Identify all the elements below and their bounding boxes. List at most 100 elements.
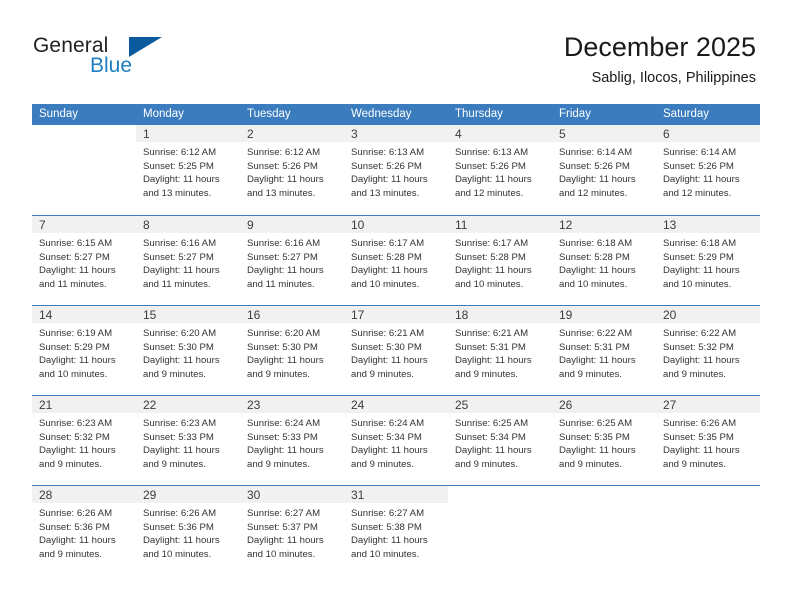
day-detail-line: Sunrise: 6:24 AM [247, 418, 321, 429]
day-cell[interactable]: 15 Sunrise: 6:20 AM Sunset: 5:30 PM Dayligh… [136, 306, 240, 395]
day-details [552, 503, 656, 507]
day-number-band: 13 [656, 216, 760, 233]
day-cell[interactable]: 24 Sunrise: 6:24 AM Sunset: 5:34 PM Dayligh… [344, 396, 448, 485]
day-detail-line: Sunset: 5:30 PM [247, 341, 318, 353]
day-cell[interactable]: 7 Sunrise: 6:15 AM Sunset: 5:27 PM Daylight… [32, 216, 136, 305]
day-detail-line: Sunset: 5:30 PM [143, 341, 214, 353]
calendar-week-row: 14 Sunrise: 6:19 AM Sunset: 5:29 PM Dayligh… [32, 305, 760, 395]
day-cell[interactable]: 11 Sunrise: 6:17 AM Sunset: 5:28 PM Dayligh… [448, 216, 552, 305]
day-number-band: 27 [656, 396, 760, 413]
day-cell[interactable]: 21 Sunrise: 6:23 AM Sunset: 5:32 PM Dayligh… [32, 396, 136, 485]
day-detail-line: Sunrise: 6:26 AM [39, 508, 113, 519]
day-number-band: 22 [136, 396, 240, 413]
page-header: General Blue December 2025 Sablig, Iloco… [0, 0, 792, 104]
day-detail-line: Daylight: 11 hours [663, 174, 740, 186]
day-detail-line: Sunset: 5:26 PM [247, 160, 318, 172]
calendar-week-row: 1 Sunrise: 6:12 AM Sunset: 5:25 PM Daylight… [32, 125, 760, 215]
day-number-band: 15 [136, 306, 240, 323]
day-cell[interactable]: 27 Sunrise: 6:26 AM Sunset: 5:35 PM Dayligh… [656, 396, 760, 485]
day-detail-line: Sunrise: 6:23 AM [143, 418, 217, 429]
day-cell[interactable]: 12 Sunrise: 6:18 AM Sunset: 5:28 PM Dayligh… [552, 216, 656, 305]
day-detail-line: Daylight: 11 hours [559, 445, 636, 457]
day-cell[interactable]: 14 Sunrise: 6:19 AM Sunset: 5:29 PM Dayligh… [32, 306, 136, 395]
day-detail-line: and 10 minutes. [663, 278, 732, 290]
day-cell[interactable]: 31 Sunrise: 6:27 AM Sunset: 5:38 PM Dayligh… [344, 486, 448, 575]
day-detail-line: Daylight: 11 hours [663, 445, 740, 457]
day-cell[interactable]: 13 Sunrise: 6:18 AM Sunset: 5:29 PM Dayligh… [656, 216, 760, 305]
day-cell[interactable]: 23 Sunrise: 6:24 AM Sunset: 5:33 PM Dayligh… [240, 396, 344, 485]
day-detail-line: Daylight: 11 hours [143, 445, 220, 457]
day-cell[interactable]: 5 Sunrise: 6:14 AM Sunset: 5:26 PM Daylight… [552, 125, 656, 215]
weekday-header-wednesday: Wednesday [351, 108, 412, 120]
day-details: Sunrise: 6:24 AM Sunset: 5:33 PM Daylight:… [240, 413, 344, 471]
day-cell[interactable]: 6 Sunrise: 6:14 AM Sunset: 5:26 PM Daylight… [656, 125, 760, 215]
day-details: Sunrise: 6:25 AM Sunset: 5:35 PM Daylight:… [552, 413, 656, 471]
day-number-band: 28 [32, 486, 136, 503]
day-detail-line: Sunrise: 6:16 AM [247, 238, 321, 249]
day-detail-line: Daylight: 11 hours [247, 174, 324, 186]
brand-logo[interactable]: General Blue [33, 34, 243, 86]
day-number-band: 20 [656, 306, 760, 323]
day-detail-line: Daylight: 11 hours [663, 355, 740, 367]
triangle-logo-icon [129, 37, 162, 57]
day-number-band: 10 [344, 216, 448, 233]
day-cell[interactable]: 4 Sunrise: 6:13 AM Sunset: 5:26 PM Daylight… [448, 125, 552, 215]
day-details: Sunrise: 6:23 AM Sunset: 5:33 PM Daylight:… [136, 413, 240, 471]
day-cell[interactable]: 3 Sunrise: 6:13 AM Sunset: 5:26 PM Daylight… [344, 125, 448, 215]
day-detail-line: and 9 minutes. [351, 458, 414, 470]
day-cell[interactable]: 28 Sunrise: 6:26 AM Sunset: 5:36 PM Dayligh… [32, 486, 136, 575]
day-cell[interactable]: 8 Sunrise: 6:16 AM Sunset: 5:27 PM Daylight… [136, 216, 240, 305]
day-number: 8 [143, 218, 150, 232]
day-cell[interactable]: 18 Sunrise: 6:21 AM Sunset: 5:31 PM Dayligh… [448, 306, 552, 395]
day-detail-line: Sunrise: 6:17 AM [351, 238, 425, 249]
day-cell[interactable]: 30 Sunrise: 6:27 AM Sunset: 5:37 PM Dayligh… [240, 486, 344, 575]
day-cell[interactable]: 17 Sunrise: 6:21 AM Sunset: 5:30 PM Dayligh… [344, 306, 448, 395]
day-details: Sunrise: 6:21 AM Sunset: 5:31 PM Daylight:… [448, 323, 552, 381]
day-cell[interactable]: 29 Sunrise: 6:26 AM Sunset: 5:36 PM Dayligh… [136, 486, 240, 575]
day-cell[interactable]: 2 Sunrise: 6:12 AM Sunset: 5:26 PM Daylight… [240, 125, 344, 215]
day-detail-line: Sunrise: 6:16 AM [143, 238, 217, 249]
day-details: Sunrise: 6:16 AM Sunset: 5:27 PM Daylight:… [136, 233, 240, 291]
day-detail-line: Daylight: 11 hours [247, 445, 324, 457]
day-detail-line: Daylight: 11 hours [351, 265, 428, 277]
day-cell[interactable]: 19 Sunrise: 6:22 AM Sunset: 5:31 PM Dayligh… [552, 306, 656, 395]
day-number: 18 [455, 308, 469, 322]
day-cell[interactable]: 20 Sunrise: 6:22 AM Sunset: 5:32 PM Dayligh… [656, 306, 760, 395]
day-detail-line: Sunrise: 6:12 AM [143, 147, 217, 158]
day-number-band: 3 [344, 125, 448, 142]
day-number-band: 17 [344, 306, 448, 323]
day-detail-line: Sunrise: 6:20 AM [143, 328, 217, 339]
day-cell[interactable]: 16 Sunrise: 6:20 AM Sunset: 5:30 PM Dayligh… [240, 306, 344, 395]
day-detail-line: Sunrise: 6:26 AM [663, 418, 737, 429]
day-number: 20 [663, 308, 677, 322]
day-detail-line: Sunset: 5:29 PM [663, 251, 734, 263]
day-detail-line: Sunset: 5:35 PM [663, 431, 734, 443]
day-detail-line: Sunset: 5:36 PM [143, 521, 214, 533]
day-details: Sunrise: 6:20 AM Sunset: 5:30 PM Daylight:… [240, 323, 344, 381]
day-detail-line: Sunset: 5:31 PM [559, 341, 630, 353]
day-detail-line: Sunset: 5:27 PM [247, 251, 318, 263]
day-detail-line: and 10 minutes. [143, 548, 212, 560]
day-detail-line: Daylight: 11 hours [559, 355, 636, 367]
day-cell[interactable]: 9 Sunrise: 6:16 AM Sunset: 5:27 PM Daylight… [240, 216, 344, 305]
day-cell[interactable]: 10 Sunrise: 6:17 AM Sunset: 5:28 PM Dayligh… [344, 216, 448, 305]
day-cell[interactable]: 1 Sunrise: 6:12 AM Sunset: 5:25 PM Daylight… [136, 125, 240, 215]
day-cell[interactable]: 26 Sunrise: 6:25 AM Sunset: 5:35 PM Dayligh… [552, 396, 656, 485]
day-detail-line: Sunrise: 6:21 AM [455, 328, 529, 339]
day-detail-line: Sunrise: 6:23 AM [39, 418, 113, 429]
day-number-band: 4 [448, 125, 552, 142]
day-details: Sunrise: 6:18 AM Sunset: 5:29 PM Daylight:… [656, 233, 760, 291]
day-detail-line: Sunrise: 6:19 AM [39, 328, 113, 339]
day-number-band [32, 125, 136, 142]
day-cell[interactable]: 25 Sunrise: 6:25 AM Sunset: 5:34 PM Dayligh… [448, 396, 552, 485]
day-cell[interactable]: 22 Sunrise: 6:23 AM Sunset: 5:33 PM Dayligh… [136, 396, 240, 485]
title-block: December 2025 Sablig, Ilocos, Philippine… [564, 30, 756, 87]
day-number: 22 [143, 398, 157, 412]
calendar-grid: Sunday Monday Tuesday Wednesday Thursday Frid… [32, 104, 760, 575]
day-detail-line: and 9 minutes. [143, 458, 206, 470]
day-detail-line: Sunset: 5:35 PM [559, 431, 630, 443]
day-detail-line: Sunset: 5:32 PM [663, 341, 734, 353]
brand-name-blue: Blue [90, 54, 133, 77]
day-details: Sunrise: 6:15 AM Sunset: 5:27 PM Daylight:… [32, 233, 136, 291]
day-details: Sunrise: 6:12 AM Sunset: 5:26 PM Daylight:… [240, 142, 344, 200]
